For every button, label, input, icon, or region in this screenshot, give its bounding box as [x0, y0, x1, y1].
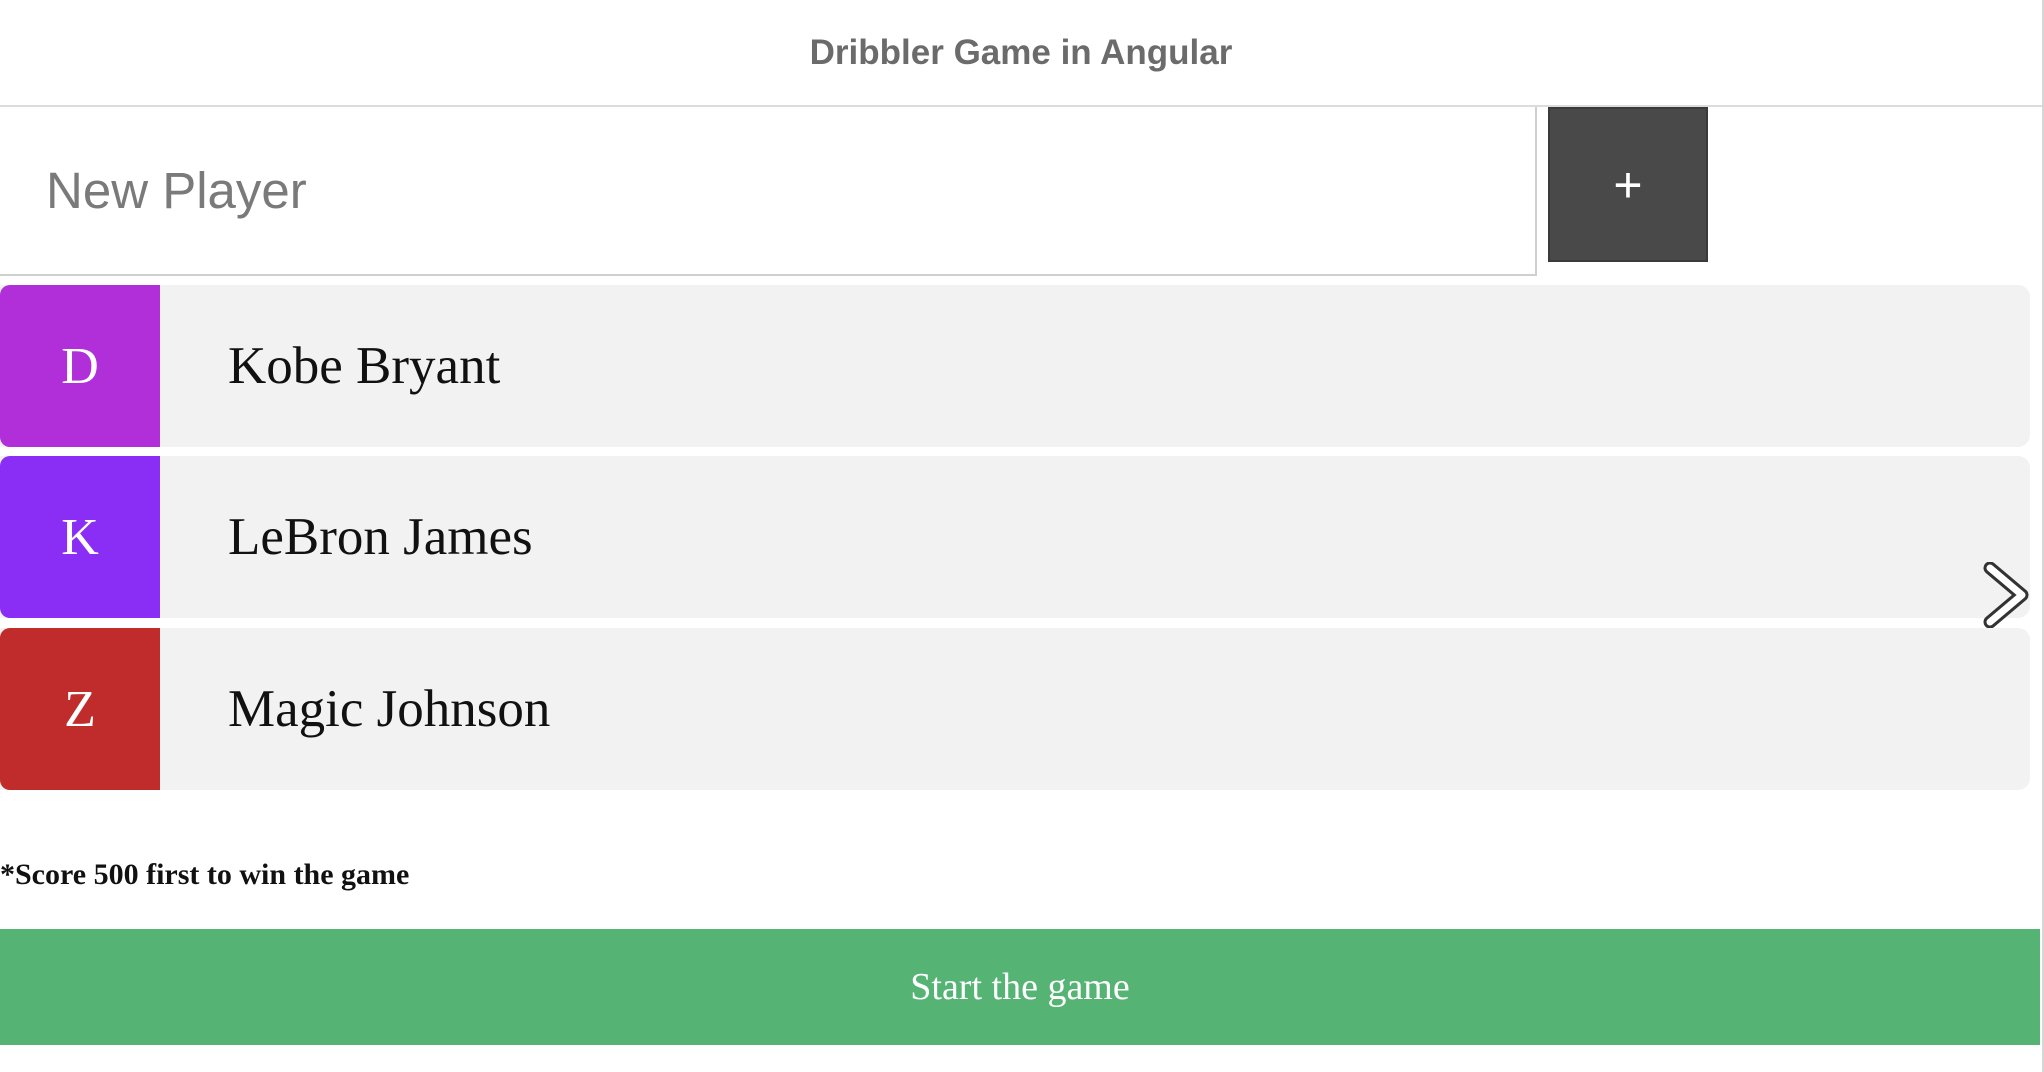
chevron-right-icon[interactable] [1980, 562, 2032, 628]
player-name: Magic Johnson [228, 680, 551, 738]
player-row-magic-johnson[interactable]: Z Magic Johnson [0, 628, 2030, 790]
start-game-button[interactable]: Start the game [0, 929, 2040, 1045]
player-avatar: D [0, 285, 160, 447]
player-avatar: K [0, 456, 160, 618]
plus-icon: + [1613, 156, 1643, 213]
player-name: Kobe Bryant [228, 337, 501, 395]
win-condition-note: *Score 500 first to win the game [0, 858, 410, 891]
new-player-input[interactable] [0, 107, 1535, 274]
start-game-label: Start the game [910, 966, 1130, 1008]
player-row-lebron-james[interactable]: K LeBron James [0, 456, 2030, 618]
add-player-button[interactable]: + [1548, 107, 1708, 262]
new-player-field[interactable] [0, 107, 1537, 276]
app-header: Dribbler Game in Angular [0, 0, 2042, 107]
player-initial: K [61, 508, 99, 566]
player-avatar: Z [0, 628, 160, 790]
player-row-kobe-bryant[interactable]: D Kobe Bryant [0, 285, 2030, 447]
player-initial: D [61, 337, 99, 395]
page-title: Dribbler Game in Angular [809, 32, 1233, 72]
player-name: LeBron James [228, 508, 533, 566]
player-initial: Z [64, 680, 96, 738]
